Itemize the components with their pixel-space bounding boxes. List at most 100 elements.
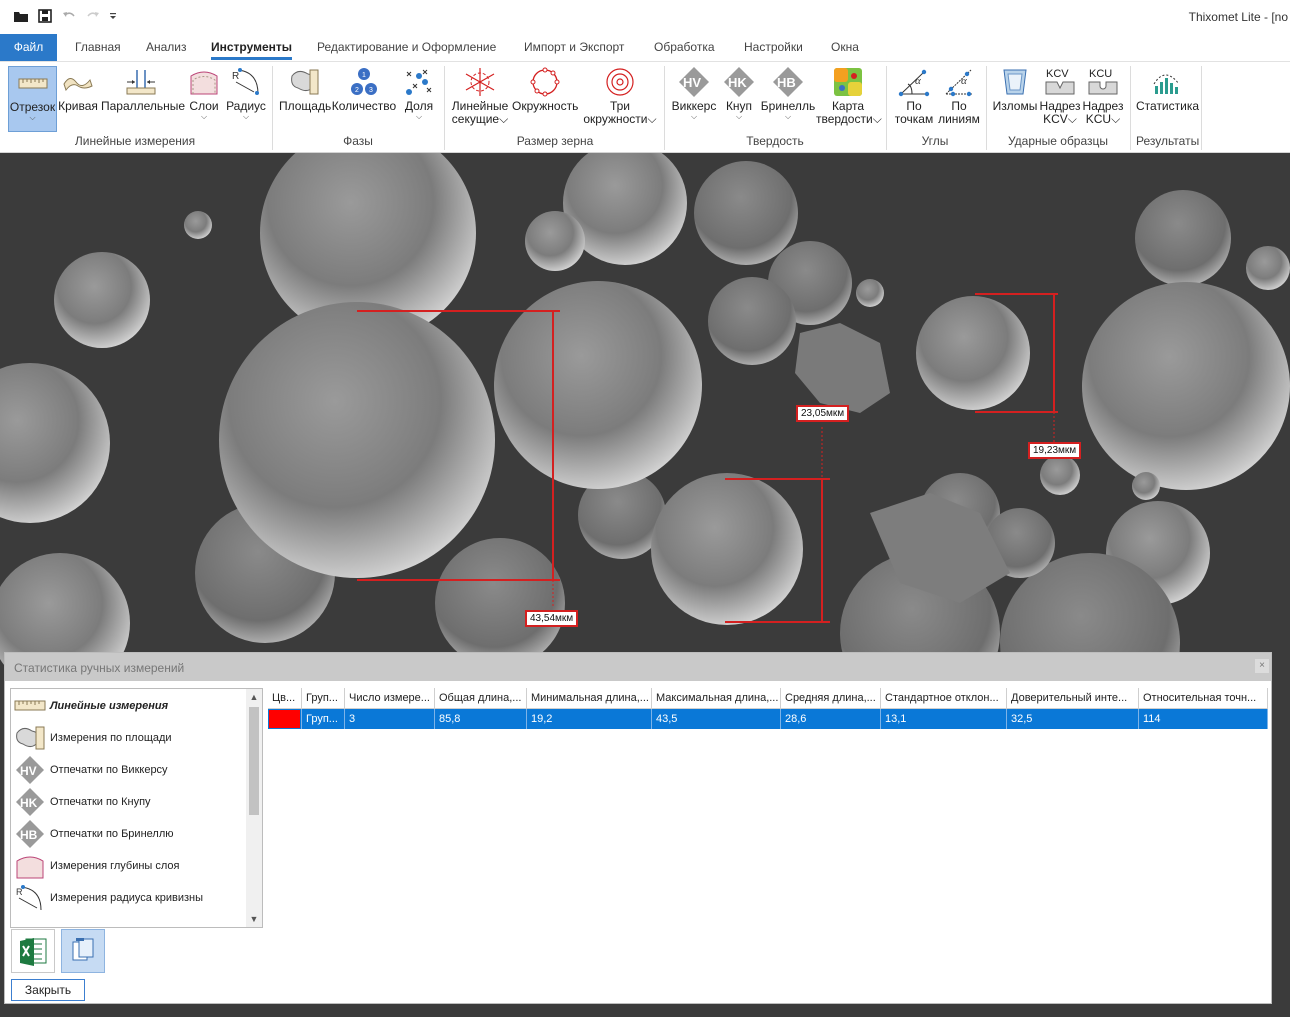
column-header[interactable]: Груп... [302, 688, 345, 709]
list-item[interactable]: HK Отпечатки по Кнупу [11, 786, 247, 818]
customize-toolbar-icon[interactable] [102, 6, 124, 26]
angle-by-points-button[interactable]: α По точкам [892, 66, 936, 132]
circle-button[interactable]: Окружность [512, 66, 578, 132]
svg-text:HK: HK [20, 796, 38, 810]
three-circles-button[interactable]: Три окружности⌵ [582, 66, 658, 132]
statistics-table[interactable]: Цв... Груп... Число измере... Общая длин… [268, 688, 1268, 958]
chevron-down-icon: ⌵ [29, 113, 36, 122]
column-header[interactable]: Средняя длина,... [781, 688, 881, 709]
tab-analysis[interactable]: Анализ [146, 34, 187, 61]
menu-bar: Файл Главная Анализ Инструменты Редактир… [0, 34, 1290, 61]
count-icon: 1 2 3 [351, 68, 377, 95]
group-label-angles: Углы [921, 134, 949, 148]
area-button[interactable]: Площадь [279, 66, 331, 132]
svg-text:1: 1 [362, 72, 366, 79]
group-separator [1201, 66, 1202, 150]
close-button[interactable]: Закрыть [11, 979, 85, 1001]
chevron-down-icon: ⌵ [415, 112, 423, 121]
tab-editing[interactable]: Редактирование и Оформление [317, 34, 496, 61]
table-cell[interactable]: 3 [345, 709, 435, 729]
column-header[interactable]: Минимальная длина,... [527, 688, 652, 709]
measurement-category-list[interactable]: Линейные измерения Измерения по площади … [10, 688, 263, 928]
parallel-button[interactable]: Параллельные [101, 66, 185, 132]
table-cell[interactable]: 28,6 [781, 709, 881, 729]
layers-button[interactable]: Слои ⌵ [185, 66, 223, 132]
angle-by-lines-button[interactable]: α По линиям [937, 66, 981, 132]
scroll-up-icon[interactable]: ▲ [246, 689, 262, 705]
export-excel-button[interactable] [11, 929, 55, 973]
tab-file[interactable]: Файл [0, 34, 57, 61]
table-cell-color[interactable] [268, 709, 302, 729]
statistics-button[interactable]: Статистика [1136, 66, 1199, 132]
tab-import-export[interactable]: Импорт и Экспорт [524, 34, 624, 61]
parallel-lines-icon [126, 70, 156, 95]
tab-processing[interactable]: Обработка [654, 34, 715, 61]
open-folder-icon[interactable] [10, 6, 32, 26]
list-item[interactable]: R Измерения радиуса кривизны [11, 882, 247, 914]
redo-icon[interactable] [82, 6, 104, 26]
fractures-button[interactable]: Изломы [992, 66, 1038, 132]
column-header[interactable]: Цв... [268, 688, 302, 709]
tab-home[interactable]: Главная [75, 34, 121, 61]
svg-text:KCU: KCU [1089, 68, 1112, 80]
group-separator [664, 66, 665, 150]
tab-windows[interactable]: Окна [831, 34, 859, 61]
list-item[interactable]: Измерения по площади [11, 722, 247, 754]
group-separator [272, 66, 273, 150]
knoop-button[interactable]: HK Кнуп ⌵ [722, 66, 756, 132]
table-cell[interactable]: 85,8 [435, 709, 527, 729]
dialog-title-bar[interactable]: Статистика ручных измерений × [5, 653, 1271, 681]
area-icon [16, 726, 45, 750]
radius-icon: R [232, 68, 259, 95]
hardness-map-button[interactable]: Карта твердости⌵ [816, 66, 882, 132]
tab-tools[interactable]: Инструменты [211, 34, 293, 61]
count-button[interactable]: 123 Количество [331, 66, 397, 132]
table-cell[interactable]: 13,1 [881, 709, 1007, 729]
segment-button[interactable]: Отрезок ⌵ [8, 66, 57, 132]
table-cell[interactable]: Груп... [302, 709, 345, 729]
curve-button[interactable]: Кривая [58, 66, 98, 132]
save-icon[interactable] [34, 6, 56, 26]
hardness-map-icon [834, 68, 862, 96]
table-cell[interactable]: 114 [1139, 709, 1268, 729]
measurement-label[interactable]: 23,05мкм [796, 405, 850, 422]
radius-button[interactable]: R Радиус ⌵ [226, 66, 266, 132]
list-scrollbar[interactable]: ▲ ▼ [246, 689, 262, 927]
brinell-button[interactable]: HB Бринелль ⌵ [760, 66, 816, 132]
ribbon: Отрезок ⌵ Кривая Параллельные Слои ⌵ R Р… [0, 61, 1290, 153]
column-header[interactable]: Число измере... [345, 688, 435, 709]
group-label-results: Результаты [1136, 134, 1200, 148]
svg-text:2: 2 [355, 87, 359, 94]
list-item[interactable]: HV Отпечатки по Виккерсу [11, 754, 247, 786]
group-label-impact: Ударные образцы [1007, 134, 1109, 148]
layers-icon [16, 856, 44, 879]
list-item[interactable]: Линейные измерения [11, 690, 247, 722]
table-cell[interactable]: 32,5 [1007, 709, 1139, 729]
measurement-label[interactable]: 19,23мкм [1028, 442, 1082, 459]
vickers-button[interactable]: HV Виккерс ⌵ [671, 66, 717, 132]
scrollbar-thumb[interactable] [249, 707, 259, 815]
notch-kcu-button[interactable]: KCU Надрез KCU⌵ [1082, 66, 1124, 132]
scroll-down-icon[interactable]: ▼ [246, 911, 262, 927]
undo-icon[interactable] [58, 6, 80, 26]
column-header[interactable]: Доверительный инте... [1007, 688, 1139, 709]
color-swatch [269, 710, 300, 728]
column-header[interactable]: Общая длина,... [435, 688, 527, 709]
list-item[interactable]: Измерения глубины слоя [11, 850, 247, 882]
kcu-notch-icon: KCU [1088, 68, 1118, 95]
svg-text:HB: HB [777, 75, 796, 90]
measurement-label[interactable]: 43,54мкм [525, 610, 579, 627]
close-icon[interactable]: × [1255, 659, 1269, 673]
tab-settings[interactable]: Настройки [744, 34, 803, 61]
column-header[interactable]: Максимальная длина,... [652, 688, 781, 709]
copy-button[interactable] [61, 929, 105, 973]
linear-intercepts-button[interactable]: Линейные секущие⌵ [451, 66, 509, 132]
list-item[interactable]: HB Отпечатки по Бринеллю [11, 818, 247, 850]
column-header[interactable]: Относительная точн... [1139, 688, 1268, 709]
notch-kcv-button[interactable]: KCV Надрез KCV⌵ [1039, 66, 1081, 132]
table-cell[interactable]: 43,5 [652, 709, 781, 729]
column-header[interactable]: Стандартное отклон... [881, 688, 1007, 709]
fraction-button[interactable]: Доля ⌵ [402, 66, 436, 132]
fracture-icon [1003, 69, 1027, 95]
table-cell[interactable]: 19,2 [527, 709, 652, 729]
